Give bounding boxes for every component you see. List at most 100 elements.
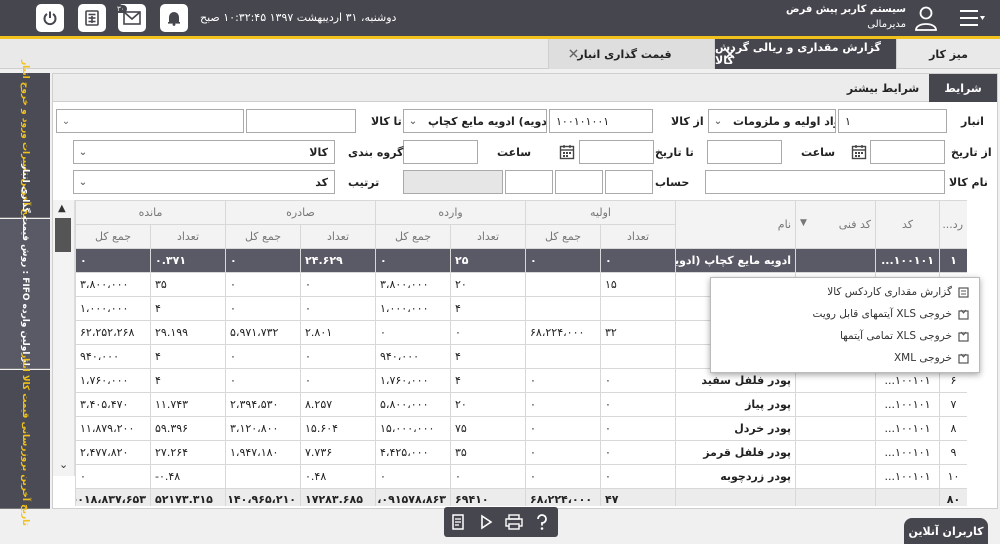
table-cell: ۰.۴۸ [300, 464, 377, 489]
table-cell: ۷۵ [450, 416, 527, 441]
question-icon [537, 514, 547, 530]
table-cell: پودر پیاز [675, 392, 797, 417]
calculator-button[interactable] [78, 4, 106, 32]
export-button[interactable] [446, 510, 470, 534]
warehouse-select[interactable]: انبار مواد اولیه و ملزومات ⌄ [708, 109, 836, 133]
notifications-button[interactable] [160, 4, 188, 32]
sort-down-icon[interactable]: ▼ [800, 218, 807, 228]
context-menu: گزارش مقداری کاردکس کالا خروجی XLS آیتمه… [710, 277, 980, 373]
chevron-down-icon[interactable]: ⌄ [404, 110, 422, 132]
scroll-up-arrow[interactable]: ▲ [58, 203, 66, 214]
menu-item-xml[interactable]: خروجی XML [894, 348, 969, 368]
subtab-conditions[interactable]: شرایط [929, 74, 997, 102]
col-header-count[interactable]: تعداد [450, 224, 527, 249]
table-row[interactable]: ۹ ۱۰۰۱۰۱... پودر فلفل قرمز ۰ ۰ ۳۵ ۴،۴۲۵،۰۰۰ ۷.۷… [75, 440, 967, 465]
table-cell: ۱ [939, 248, 967, 273]
table-row[interactable]: ۱۰ ۱۰۰۱۰۱... پودر زردچوبه ۰ ۰ ۰ ۰ ۰.۴۸ ۰.۴۸- ۰ [75, 464, 967, 489]
tab-workdesk[interactable]: میز کار [896, 39, 1000, 69]
from-time-input[interactable] [707, 140, 782, 164]
table-cell [795, 464, 877, 489]
chevron-down-icon[interactable]: ⌄ [709, 110, 727, 132]
table-cell [795, 440, 877, 465]
side-tab-fifo[interactable]: روش قیمت گذاری انبار : FIFO اولین صادره … [0, 164, 50, 423]
time-label-2: ساعت [497, 146, 532, 159]
bottom-toolbar [444, 507, 558, 537]
table-row[interactable]: ۱۱۰۰۱۰۱...ادویه مایع کچاپ (ادویه...۰۰۲۵۰… [75, 248, 967, 273]
table-row[interactable]: ۸ ۱۰۰۱۰۱... پودر خردل ۰ ۰ ۷۵ ۱۵،۰۰۰،۰۰۰ ۱۵.۶۰۴ ۳… [75, 416, 967, 441]
table-cell: ۷ [939, 392, 967, 417]
to-goods-select[interactable]: ⌄ [56, 109, 244, 133]
col-header-initial: اولیه [525, 200, 677, 225]
table-row[interactable]: ۷ ۱۰۰۱۰۱... پودر پیاز ۰ ۰ ۲۰ ۵،۸۰۰،۰۰۰ ۸.۲۵۷ ۲،۳… [75, 392, 967, 417]
col-header-count[interactable]: تعداد [600, 224, 677, 249]
to-goods-code[interactable] [246, 109, 356, 133]
account-input-2[interactable] [555, 170, 603, 194]
table-cell: ۶۸،۲۲۴،۰۰۰ [525, 320, 602, 345]
tab-inventory-pricing[interactable]: قیمت گذاری انبار [548, 39, 714, 69]
col-header-code[interactable]: کد [875, 200, 941, 249]
col-header-count[interactable]: تعداد [300, 224, 377, 249]
table-cell: ۴ [150, 296, 226, 321]
table-cell: ۳،۸۰۰،۰۰۰ [75, 272, 151, 297]
col-header-total[interactable]: جمع کل [375, 224, 452, 249]
col-header-tech-code[interactable]: کد فنی ▼ [795, 200, 877, 249]
tab-goods-report[interactable]: گزارش مقداری و ریالی گردش کالا [714, 39, 896, 69]
col-header-incoming: وارده [375, 200, 527, 225]
messages-button[interactable]: ۳۰ [115, 4, 146, 32]
from-date-input[interactable] [870, 140, 945, 164]
scroll-thumb[interactable] [55, 218, 71, 252]
table-cell: ۴ [450, 344, 527, 369]
grouping-select[interactable]: کالا ⌄ [73, 140, 335, 164]
table-cell: ۲۴.۶۲۹ [300, 248, 377, 273]
to-time-input[interactable] [403, 140, 478, 164]
to-date-input[interactable] [579, 140, 654, 164]
tab-goods-report-label: گزارش مقداری و ریالی گردش کالا [715, 41, 881, 67]
col-header-count[interactable]: تعداد [150, 224, 226, 249]
tab-close-icon[interactable] [725, 49, 735, 59]
calendar-icon[interactable] [557, 141, 577, 163]
power-button[interactable] [36, 4, 64, 32]
table-cell: ۸.۲۵۷ [300, 392, 377, 417]
menu-item-kardex-report[interactable]: گزارش مقداری کاردکس کالا [827, 282, 969, 302]
subtab-more-conditions[interactable]: شرایط بیشتر [837, 74, 929, 102]
col-header-total[interactable]: جمع کل [75, 224, 151, 249]
side-tab-last-update[interactable]: تاریخ آخرین بروزرسانی قیمت کالا انبار [0, 353, 50, 525]
account-input-3[interactable] [505, 170, 553, 194]
user-avatar[interactable] [914, 5, 938, 34]
goods-name-input[interactable] [705, 170, 945, 194]
calendar-icon[interactable] [849, 141, 869, 163]
report-icon [958, 286, 969, 298]
chevron-down-icon[interactable]: ⌄ [57, 110, 75, 132]
col-header-row[interactable]: رد... [939, 200, 967, 249]
sort-select[interactable]: کد ⌄ [73, 170, 335, 194]
table-cell: ۱۱.۷۴۳ [150, 392, 226, 417]
menu-toggle[interactable] [958, 8, 986, 31]
menu-item-xls-visible[interactable]: خروجی XLS آیتمهای قابل رویت [813, 304, 969, 324]
menu-icon [960, 10, 985, 26]
run-button[interactable] [474, 510, 498, 534]
table-cell: ۰.۴۸- [150, 464, 226, 489]
table-cell: ۳۵ [450, 440, 527, 465]
table-cell: ۰ [525, 248, 602, 273]
chevron-down-icon[interactable]: ⌄ [74, 171, 92, 193]
table-cell [600, 344, 677, 369]
grid-scrollbar[interactable]: ▲ ⌄ [53, 200, 75, 476]
col-header-total[interactable]: جمع کل [525, 224, 602, 249]
col-header-name[interactable]: نام [675, 200, 797, 249]
print-button[interactable] [502, 510, 526, 534]
col-header-total[interactable]: جمع کل [224, 224, 302, 249]
account-input-1[interactable] [605, 170, 653, 194]
from-goods-select[interactable]: ادویه مایع کچاپ (ادویه B ) ⌄ [403, 109, 547, 133]
tab-close-icon[interactable] [569, 49, 578, 58]
to-date-label: تا تاریخ [655, 146, 694, 159]
menu-item-xls-all[interactable]: خروجی XLS تمامی آیتمها [840, 326, 969, 346]
from-goods-code[interactable]: ۱۰۰۱۰۱۰۰۱ [549, 109, 653, 133]
table-cell: ۰ [75, 464, 151, 489]
chevron-down-icon[interactable]: ⌄ [74, 141, 92, 163]
scroll-down-arrow[interactable]: ⌄ [59, 458, 68, 471]
help-button[interactable] [530, 510, 554, 534]
warehouse-input[interactable]: ۱ [838, 109, 947, 133]
goods-name-label: نام کالا [949, 176, 988, 189]
online-users-button[interactable]: کاربران آنلاین [904, 518, 988, 544]
table-cell: ۱۰۰۱۰۱... [875, 416, 941, 441]
